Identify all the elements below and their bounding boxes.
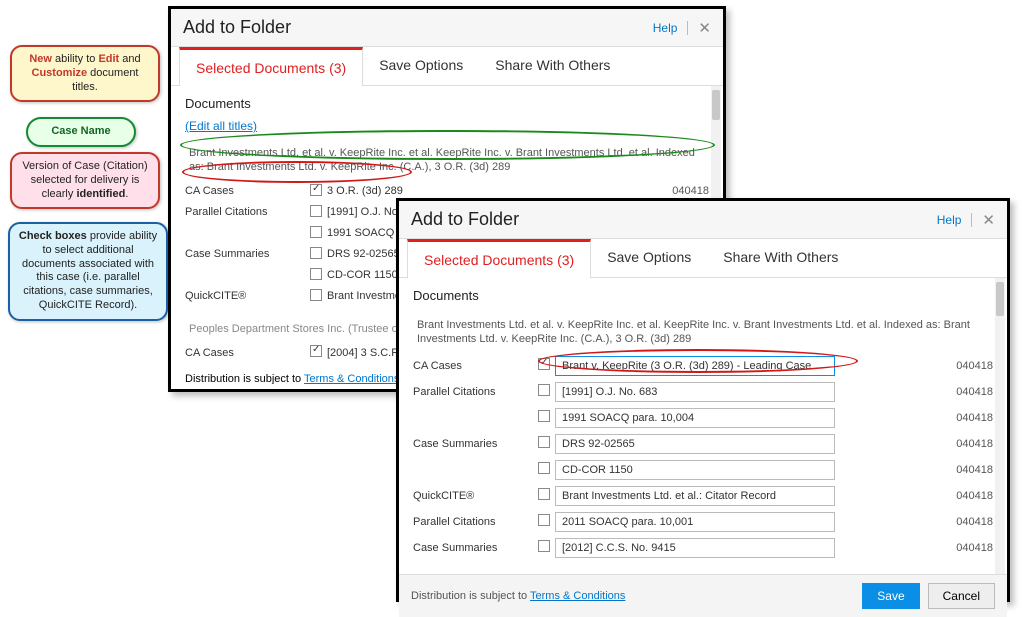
row-checkbox[interactable]: [538, 488, 550, 500]
table-row: CA Cases Brant v. KeepRite (3 O.R. (3d) 2…: [413, 353, 993, 379]
table-row: Parallel Citations 2011 SOACQ para. 10,00…: [413, 509, 993, 535]
tab-selected-documents[interactable]: Selected Documents (3): [179, 47, 363, 86]
row-date: 040418: [933, 516, 993, 528]
help-link[interactable]: Help: [937, 213, 962, 227]
terms-conditions-link[interactable]: Terms & Conditions: [304, 373, 399, 384]
row-checkbox[interactable]: [538, 514, 550, 526]
dialog-header: Add to Folder Help ✕: [171, 9, 723, 47]
row-date: 040418: [933, 360, 993, 372]
tab-share-with-others[interactable]: Share With Others: [707, 239, 854, 277]
row-date: 040418: [933, 438, 993, 450]
callout-case-name: Case Name: [26, 117, 136, 147]
terms-conditions-link[interactable]: Terms & Conditions: [530, 590, 625, 602]
row-date: 040418: [649, 185, 709, 197]
row-checkbox[interactable]: [538, 540, 550, 552]
row-date: 040418: [933, 542, 993, 554]
add-to-folder-dialog-b: Add to Folder Help ✕ Selected Documents …: [396, 198, 1010, 602]
scrollbar-thumb[interactable]: [712, 90, 720, 120]
row-label: CA Cases: [185, 347, 305, 359]
title-field[interactable]: CD-COR 1150: [555, 460, 835, 480]
row-checkbox[interactable]: [310, 184, 322, 196]
callout-edit-customize: New ability to Edit and Customize docume…: [10, 45, 160, 102]
row-label: Case Summaries: [413, 438, 533, 450]
table-row: QuickCITE® Brant Investments Ltd. et al.:…: [413, 483, 993, 509]
row-checkbox[interactable]: [310, 247, 322, 259]
row-date: 040418: [933, 412, 993, 424]
edit-all-titles-link[interactable]: (Edit all titles): [185, 119, 257, 133]
title-field[interactable]: [1991] O.J. No. 683: [555, 382, 835, 402]
scrollbar[interactable]: [995, 278, 1005, 574]
title-field[interactable]: [2012] C.C.S. No. 9415: [555, 538, 835, 558]
row-label: QuickCITE®: [413, 490, 533, 502]
tab-share-with-others[interactable]: Share With Others: [479, 47, 626, 85]
dialog-title: Add to Folder: [411, 209, 519, 230]
tab-selected-documents[interactable]: Selected Documents (3): [407, 239, 591, 278]
row-label: QuickCITE®: [185, 290, 305, 302]
cancel-button[interactable]: Cancel: [928, 583, 995, 609]
divider: [971, 213, 972, 227]
row-label: Case Summaries: [413, 542, 533, 554]
close-icon[interactable]: ✕: [698, 19, 711, 37]
row-date: 040418: [933, 464, 993, 476]
title-field[interactable]: DRS 92-02565: [555, 434, 835, 454]
row-label: Parallel Citations: [413, 516, 533, 528]
callout-checkboxes: Check boxes provide ability to select ad…: [8, 222, 168, 321]
dialog-body: Documents Brant Investments Ltd. et al. …: [399, 278, 1007, 574]
documents-heading: Documents: [185, 96, 709, 111]
title-field[interactable]: Brant Investments Ltd. et al.: Citator R…: [555, 486, 835, 506]
tab-save-options[interactable]: Save Options: [363, 47, 479, 85]
row-checkbox[interactable]: [538, 358, 550, 370]
row-label: Parallel Citations: [413, 386, 533, 398]
table-row: CD-COR 1150 040418: [413, 457, 993, 483]
divider: [687, 21, 688, 35]
tab-save-options[interactable]: Save Options: [591, 239, 707, 277]
close-icon[interactable]: ✕: [982, 211, 995, 229]
row-label: CA Cases: [413, 360, 533, 372]
row-date: 040418: [933, 386, 993, 398]
help-link[interactable]: Help: [653, 21, 678, 35]
row-label: CA Cases: [185, 185, 305, 197]
documents-heading: Documents: [413, 288, 993, 303]
case-title: Brant Investments Ltd. et al. v. KeepRit…: [185, 141, 709, 181]
row-checkbox[interactable]: [310, 345, 322, 357]
row-checkbox[interactable]: [310, 205, 322, 217]
table-row: Parallel Citations [1991] O.J. No. 683 040…: [413, 379, 993, 405]
row-checkbox[interactable]: [538, 436, 550, 448]
save-button[interactable]: Save: [862, 583, 919, 609]
rows-container-b: CA Cases Brant v. KeepRite (3 O.R. (3d) 2…: [413, 353, 993, 561]
row-checkbox[interactable]: [538, 410, 550, 422]
tabs: Selected Documents (3) Save Options Shar…: [399, 239, 1007, 278]
row-date: 040418: [933, 490, 993, 502]
table-row: Case Summaries [2012] C.C.S. No. 9415 0404…: [413, 535, 993, 561]
title-edit-input[interactable]: Brant v. KeepRite (3 O.R. (3d) 289) - Le…: [555, 356, 835, 376]
row-checkbox[interactable]: [538, 384, 550, 396]
callout-citation-version: Version of Case (Citation) selected for …: [10, 152, 160, 209]
row-checkbox[interactable]: [310, 226, 322, 238]
distribution-text: Distribution is subject to: [411, 590, 530, 602]
case-title: Brant Investments Ltd. et al. v. KeepRit…: [413, 313, 993, 353]
title-field[interactable]: 2011 SOACQ para. 10,001: [555, 512, 835, 532]
row-label: Parallel Citations: [185, 206, 305, 218]
dialog-title: Add to Folder: [183, 17, 291, 38]
dialog-footer: Distribution is subject to Terms & Condi…: [399, 574, 1007, 617]
tabs: Selected Documents (3) Save Options Shar…: [171, 47, 723, 86]
row-checkbox[interactable]: [310, 268, 322, 280]
row-label: Case Summaries: [185, 248, 305, 260]
row-checkbox[interactable]: [310, 289, 322, 301]
title-field[interactable]: 1991 SOACQ para. 10,004: [555, 408, 835, 428]
dialog-header: Add to Folder Help ✕: [399, 201, 1007, 239]
distribution-text: Distribution is subject to: [185, 373, 304, 384]
table-row: 1991 SOACQ para. 10,004 040418: [413, 405, 993, 431]
row-value: 3 O.R. (3d) 289: [327, 185, 649, 197]
scrollbar-thumb[interactable]: [996, 282, 1004, 316]
row-checkbox[interactable]: [538, 462, 550, 474]
table-row: Case Summaries DRS 92-02565 040418: [413, 431, 993, 457]
